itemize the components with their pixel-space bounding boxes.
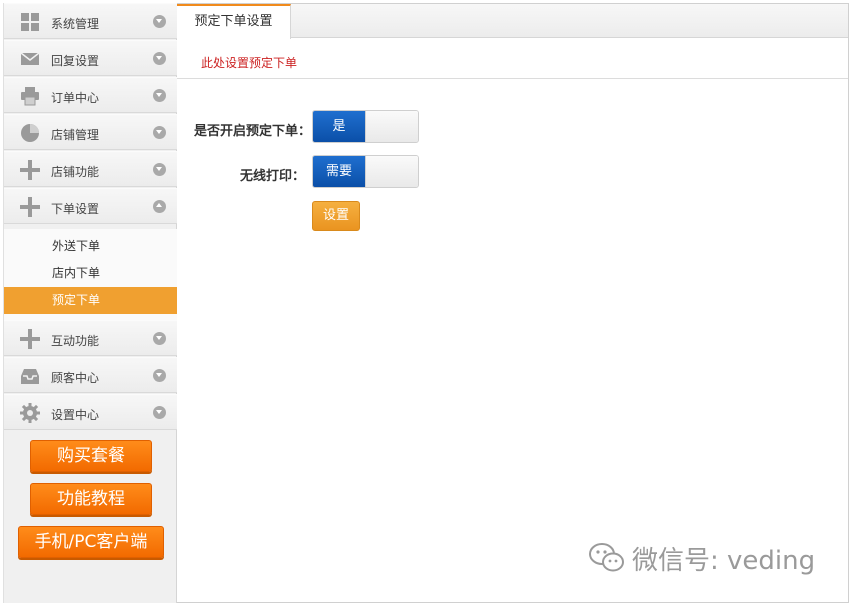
menu-item-system-management[interactable]: 系统管理 xyxy=(4,3,177,39)
plus-icon xyxy=(20,329,40,349)
menu-item-label: 互动功能 xyxy=(51,334,100,348)
menu-item-store-management[interactable]: 店铺管理 xyxy=(4,114,177,150)
toggle-knob xyxy=(365,111,418,142)
menu-item-order-center[interactable]: 订单中心 xyxy=(4,77,177,113)
submenu-item-delivery-order[interactable]: 外送下单 xyxy=(4,233,177,260)
tutorial-button[interactable]: 功能教程 xyxy=(30,483,152,515)
menu-item-order-settings[interactable]: 下单设置 xyxy=(4,188,177,224)
wireless-print-toggle[interactable]: 需要 xyxy=(312,155,419,188)
gear-icon xyxy=(20,403,40,423)
divider xyxy=(177,78,848,79)
wireless-print-label: 无线打印： xyxy=(239,169,305,184)
chevron-down-icon xyxy=(153,369,166,382)
menu-item-interactive-functions[interactable]: 互动功能 xyxy=(4,320,177,356)
toggle-on-value: 是 xyxy=(313,111,365,142)
menu-item-label: 设置中心 xyxy=(51,408,100,422)
wechat-icon xyxy=(589,543,624,572)
toggle-knob xyxy=(365,156,418,187)
menu-item-customer-center[interactable]: 顾客中心 xyxy=(4,357,177,393)
reservation-enable-label: 是否开启预定下单： xyxy=(193,124,311,139)
order-settings-submenu: 外送下单 店内下单 预定下单 xyxy=(4,229,177,321)
reservation-enable-toggle[interactable]: 是 xyxy=(312,110,419,143)
pie-chart-icon xyxy=(21,124,39,142)
printer-icon xyxy=(21,87,39,106)
sidebar: 系统管理 回复设置 订单中心 店铺管理 店铺功能 下单设置 外送下单 店内下单 … xyxy=(3,3,177,603)
chevron-down-icon xyxy=(153,163,166,176)
chevron-down-icon xyxy=(153,15,166,28)
menu-item-store-functions[interactable]: 店铺功能 xyxy=(4,151,177,187)
menu-item-settings-center[interactable]: 设置中心 xyxy=(4,394,177,430)
menu-item-label: 回复设置 xyxy=(51,54,100,68)
main-panel: 预定下单设置 此处设置预定下单 是否开启预定下单： 是 无线打印： 需要 设置 xyxy=(177,3,849,603)
chevron-up-icon xyxy=(153,200,166,213)
chevron-down-icon xyxy=(153,126,166,139)
menu-item-label: 下单设置 xyxy=(51,202,100,216)
plus-icon xyxy=(20,160,40,180)
menu-item-label: 店铺功能 xyxy=(51,165,100,179)
menu-item-label: 订单中心 xyxy=(51,91,100,105)
submenu-item-dine-in-order[interactable]: 店内下单 xyxy=(4,260,177,287)
menu-item-label: 顾客中心 xyxy=(51,371,100,385)
envelope-icon xyxy=(20,52,40,65)
tab-bar: 预定下单设置 xyxy=(177,4,848,39)
watermark-text: 微信号: veding xyxy=(632,546,816,576)
buy-package-button[interactable]: 购买套餐 xyxy=(30,440,152,472)
inbox-icon xyxy=(21,369,39,384)
save-settings-button[interactable]: 设置 xyxy=(312,201,360,231)
menu-item-label: 系统管理 xyxy=(51,17,100,31)
client-download-button[interactable]: 手机/PC客户端 xyxy=(18,526,164,558)
submenu-item-reservation-order[interactable]: 预定下单 xyxy=(4,287,177,314)
chevron-down-icon xyxy=(153,52,166,65)
chevron-down-icon xyxy=(153,332,166,345)
chevron-down-icon xyxy=(153,89,166,102)
menu-item-reply-settings[interactable]: 回复设置 xyxy=(4,40,177,76)
toggle-on-value: 需要 xyxy=(313,156,365,187)
plus-icon xyxy=(20,197,40,217)
grid-icon xyxy=(21,13,39,31)
menu-item-label: 店铺管理 xyxy=(51,128,100,142)
hint-text: 此处设置预定下单 xyxy=(201,56,298,70)
tab-reservation-settings[interactable]: 预定下单设置 xyxy=(177,4,291,39)
chevron-down-icon xyxy=(153,406,166,419)
